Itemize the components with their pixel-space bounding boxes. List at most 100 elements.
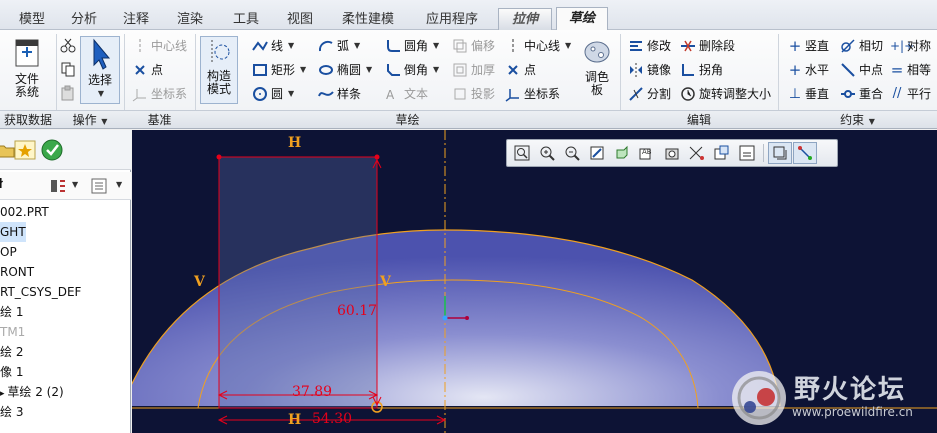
- datum-point-button[interactable]: 点: [132, 60, 163, 80]
- copy-icon[interactable]: [60, 61, 76, 77]
- group-label-sketching[interactable]: 草绘: [195, 112, 620, 128]
- group-label-constrain[interactable]: 约束 ▼: [778, 112, 937, 128]
- group-label-operations[interactable]: 操作 ▼: [56, 112, 124, 128]
- zoom-out-button[interactable]: [560, 142, 584, 164]
- constraint-vertical-label[interactable]: V: [380, 274, 391, 290]
- chevron-down-icon[interactable]: ▼: [72, 180, 78, 189]
- tab-tools[interactable]: 工具: [220, 9, 272, 30]
- show-filter-icon[interactable]: [90, 177, 108, 195]
- constraint-horizontal-label[interactable]: H: [288, 412, 301, 428]
- perpendicular-constraint-button[interactable]: ⊥ 垂直: [788, 84, 829, 104]
- offset-button[interactable]: 偏移: [452, 36, 495, 56]
- palette-icon: [584, 41, 610, 63]
- corner-button[interactable]: 拐角: [680, 60, 723, 80]
- divide-button[interactable]: 分割: [628, 84, 671, 104]
- datum-csys-button[interactable]: 坐标系: [132, 84, 187, 104]
- ellipse-button[interactable]: 椭圆 ▼: [318, 60, 372, 80]
- tree-item[interactable]: GHT: [0, 222, 26, 242]
- select-button[interactable]: 选择 ▼: [80, 36, 120, 104]
- graphics-window[interactable]: H V V H 60.17 37.89 54.30 AB 野火论坛 www.pr…: [132, 130, 937, 433]
- mirror-button[interactable]: 镜像: [628, 60, 671, 80]
- tree-item[interactable]: RT_CSYS_DEF: [0, 282, 81, 302]
- tree-item[interactable]: 绘 1: [0, 302, 23, 322]
- sketch-rectangle[interactable]: [218, 156, 378, 409]
- delete-segment-button[interactable]: 删除段: [680, 36, 735, 56]
- tree-settings-icon[interactable]: [48, 177, 68, 195]
- view-manager-button[interactable]: [660, 142, 684, 164]
- dimension-width2-value[interactable]: 54.30: [312, 411, 352, 427]
- rotate-resize-button[interactable]: 旋转调整大小: [680, 84, 771, 104]
- tree-item[interactable]: OP: [0, 242, 17, 262]
- vertical-constraint-button[interactable]: + 竖直: [788, 36, 829, 56]
- display-style-button[interactable]: [610, 142, 634, 164]
- horizontal-constraint-button[interactable]: + 水平: [788, 60, 829, 80]
- spline-button[interactable]: 样条: [318, 84, 361, 104]
- tree-item[interactable]: 绘 3: [0, 402, 23, 422]
- annotation-display-button[interactable]: [710, 142, 734, 164]
- point-button[interactable]: 点: [505, 60, 536, 80]
- tab-view[interactable]: 视图: [276, 9, 324, 30]
- thicken-button[interactable]: 加厚: [452, 60, 495, 80]
- datum-centerline-button[interactable]: 中心线: [132, 36, 187, 56]
- tab-sketch[interactable]: 草绘: [556, 7, 608, 31]
- csys-button[interactable]: 坐标系: [505, 84, 560, 104]
- tree-item[interactable]: 绘 2: [0, 342, 23, 362]
- arc-icon: [318, 40, 333, 52]
- sketcher-display-button[interactable]: [793, 142, 817, 164]
- coincident-constraint-button[interactable]: 重合: [840, 84, 883, 104]
- midpoint-constraint-button[interactable]: 中点: [840, 60, 883, 80]
- equal-constraint-button[interactable]: = 相等: [890, 60, 931, 80]
- spin-center-button[interactable]: [735, 142, 759, 164]
- dimension-height-value[interactable]: 60.17: [337, 303, 377, 319]
- constraint-vertical-label[interactable]: V: [194, 274, 205, 290]
- tab-model[interactable]: 模型: [8, 9, 56, 30]
- line-button[interactable]: 线 ▼: [252, 36, 294, 56]
- tree-item[interactable]: TM1: [0, 322, 25, 342]
- model-tree-toolbar: ł ▼ ▼: [0, 172, 131, 200]
- saved-orientations-button[interactable]: AB: [635, 142, 659, 164]
- constraint-horizontal-label[interactable]: H: [288, 135, 301, 151]
- centerline-button[interactable]: 中心线 ▼: [505, 36, 571, 56]
- datum-display-button[interactable]: [685, 142, 709, 164]
- group-label-editing[interactable]: 编辑: [620, 112, 778, 128]
- arc-button[interactable]: 弧 ▼: [318, 36, 360, 56]
- cut-icon[interactable]: [60, 37, 76, 53]
- tree-item[interactable]: 002.PRT: [0, 202, 49, 222]
- tangent-constraint-button[interactable]: 相切: [840, 36, 883, 56]
- tree-item[interactable]: 像 1: [0, 362, 23, 382]
- tab-analysis[interactable]: 分析: [60, 9, 108, 30]
- tab-extrude[interactable]: 拉伸: [498, 8, 552, 30]
- modify-button[interactable]: 修改: [628, 36, 671, 56]
- equal-icon: =: [890, 61, 904, 79]
- parallel-constraint-button[interactable]: // 平行: [890, 84, 931, 104]
- group-label-datum[interactable]: 基准: [124, 112, 195, 128]
- tree-item[interactable]: ▸ 草绘 2 (2): [0, 382, 64, 402]
- chevron-down-icon[interactable]: ▼: [116, 180, 122, 189]
- sketch-view-button[interactable]: [768, 142, 792, 164]
- project-button[interactable]: 投影: [452, 84, 495, 104]
- chamfer-button[interactable]: 倒角 ▼: [385, 60, 439, 80]
- refit-button[interactable]: [510, 142, 534, 164]
- browser-globe-icon[interactable]: [40, 138, 64, 162]
- rect-corner-point[interactable]: [374, 154, 380, 160]
- palette-button[interactable]: 调色 板: [578, 36, 616, 97]
- group-label-get-data[interactable]: 获取数据: [0, 112, 56, 128]
- zoom-in-button[interactable]: [535, 142, 559, 164]
- rectangle-button[interactable]: 矩形 ▼: [252, 60, 306, 80]
- text-button[interactable]: A 文本: [385, 84, 428, 104]
- file-system-button[interactable]: 文件 系统: [2, 36, 52, 99]
- tree-item[interactable]: RONT: [0, 262, 34, 282]
- favorites-icon[interactable]: [14, 140, 36, 160]
- tab-render[interactable]: 渲染: [164, 9, 216, 30]
- rect-corner-point[interactable]: [216, 154, 222, 160]
- fillet-button[interactable]: 圆角 ▼: [385, 36, 439, 56]
- tab-flexible-modeling[interactable]: 柔性建模: [328, 9, 408, 30]
- tab-applications[interactable]: 应用程序: [412, 9, 492, 30]
- paste-icon[interactable]: [60, 85, 76, 101]
- repaint-button[interactable]: [585, 142, 609, 164]
- tab-annotate[interactable]: 注释: [112, 9, 160, 30]
- construction-mode-toggle[interactable]: 构造 模式: [200, 36, 238, 104]
- symmetric-constraint-button[interactable]: +|+ 对称: [890, 36, 931, 56]
- dimension-width1-value[interactable]: 37.89: [292, 384, 332, 400]
- circle-button[interactable]: 圆 ▼: [252, 84, 294, 104]
